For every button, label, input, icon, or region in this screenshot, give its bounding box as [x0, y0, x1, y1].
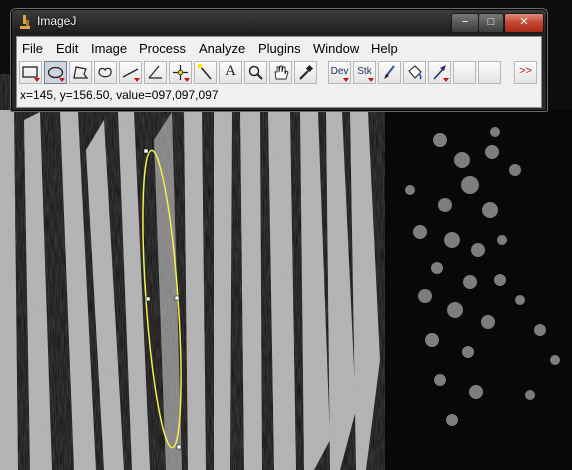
roi-handle[interactable] — [143, 148, 149, 154]
title-bar[interactable]: ImageJ − □ ✕ — [11, 9, 547, 35]
text-tool[interactable]: A — [219, 61, 242, 84]
stk-label: Stk — [357, 66, 372, 77]
magnifier-icon — [248, 65, 263, 80]
line-tool[interactable] — [119, 61, 142, 84]
menu-edit[interactable]: Edit — [56, 41, 78, 56]
dev-label: Dev — [330, 66, 349, 77]
menu-window[interactable]: Window — [313, 41, 359, 56]
polygon-tool[interactable] — [69, 61, 92, 84]
roi-handle[interactable] — [174, 295, 180, 301]
arrow-tool[interactable] — [428, 61, 451, 84]
point-tool[interactable] — [169, 61, 192, 84]
menu-image[interactable]: Image — [91, 41, 127, 56]
menu-process[interactable]: Process — [139, 41, 186, 56]
dropper-tool[interactable] — [294, 61, 317, 84]
angle-tool[interactable] — [144, 61, 167, 84]
maximize-button[interactable]: □ — [478, 13, 504, 33]
brush-icon — [384, 65, 395, 79]
menu-analyze[interactable]: Analyze — [199, 41, 245, 56]
text-icon: A — [225, 63, 236, 79]
bucket-icon — [408, 65, 422, 80]
brush-tool[interactable] — [378, 61, 401, 84]
more-tools-label: >> — [519, 65, 532, 77]
blank-tool-2[interactable] — [478, 61, 501, 84]
scroll-tool[interactable] — [269, 61, 292, 84]
status-bar: x=145, y=156.50, value=097,097,097 — [20, 88, 219, 102]
dropper-icon — [299, 64, 314, 80]
menu-bar: File Edit Image Process Analyze Plugins … — [17, 37, 541, 59]
rectangle-tool[interactable] — [19, 61, 42, 84]
polygon-icon — [73, 66, 89, 79]
menu-file[interactable]: File — [22, 41, 43, 56]
menu-help[interactable]: Help — [371, 41, 398, 56]
wand-icon — [198, 64, 212, 80]
imagej-window: ImageJ − □ ✕ File Edit Image Process Ana… — [10, 8, 548, 112]
hand-icon — [274, 65, 289, 80]
flood-fill-tool[interactable] — [403, 61, 426, 84]
freehand-tool[interactable] — [94, 61, 117, 84]
minimize-button[interactable]: − — [451, 13, 479, 33]
magnifier-tool[interactable] — [244, 61, 267, 84]
roi-handle[interactable] — [176, 444, 182, 450]
tool-bar: A Dev Stk >> — [17, 60, 541, 85]
dev-tool[interactable]: Dev — [328, 61, 351, 84]
window-title: ImageJ — [37, 14, 77, 28]
close-button[interactable]: ✕ — [504, 13, 544, 33]
freehand-icon — [98, 67, 112, 78]
stk-tool[interactable]: Stk — [353, 61, 376, 84]
menu-plugins[interactable]: Plugins — [258, 41, 301, 56]
imagej-microscope-icon — [20, 15, 30, 29]
wand-tool[interactable] — [194, 61, 217, 84]
angle-icon — [148, 65, 162, 79]
more-tools-button[interactable]: >> — [514, 61, 537, 84]
oval-tool[interactable] — [44, 61, 67, 84]
imagej-panel: File Edit Image Process Analyze Plugins … — [16, 36, 542, 108]
roi-handle[interactable] — [145, 296, 151, 302]
blank-tool-1[interactable] — [453, 61, 476, 84]
